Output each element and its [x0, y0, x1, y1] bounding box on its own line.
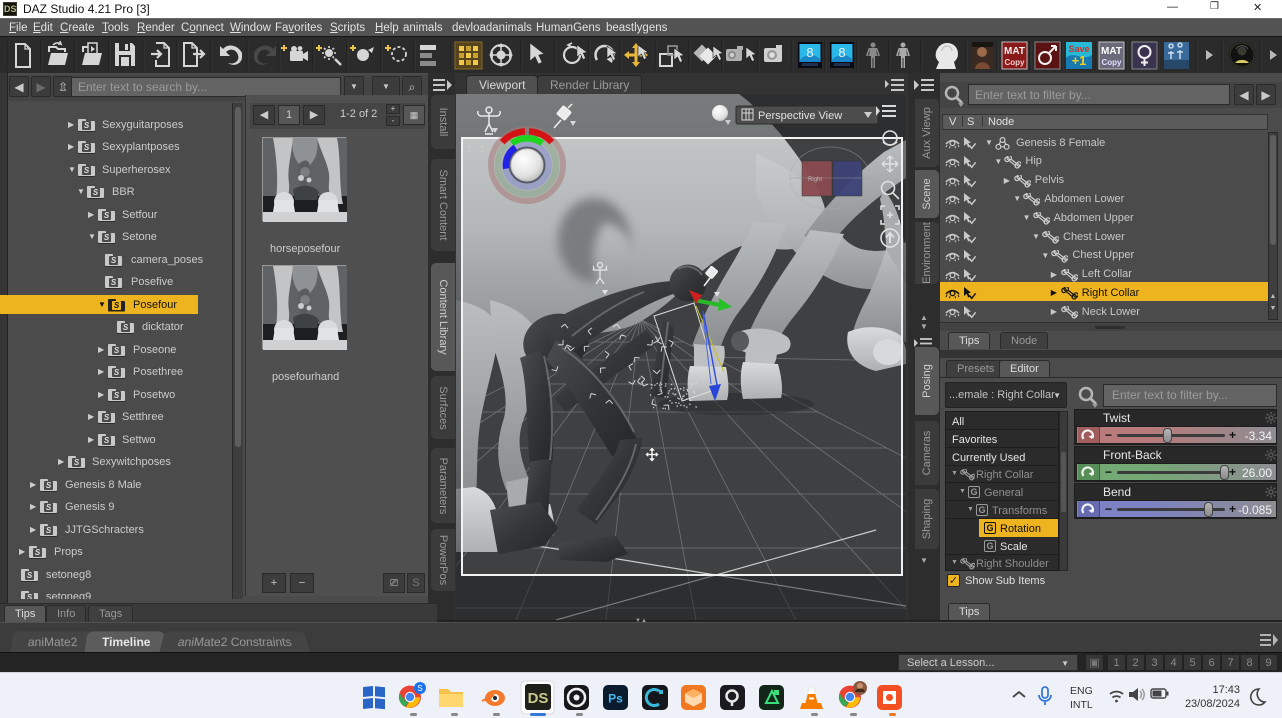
svg-text:MAT: MAT	[1101, 46, 1122, 57]
svg-text:8: 8	[806, 45, 813, 60]
svg-text:Right: Right	[808, 177, 822, 183]
svg-text:INTL: INTL	[1070, 699, 1093, 711]
svg-text:Perspective View: Perspective View	[758, 110, 842, 122]
svg-text:1 : 1: 1 : 1	[467, 144, 485, 154]
svg-text:DS: DS	[528, 690, 549, 707]
svg-text:Copy: Copy	[1005, 58, 1026, 67]
svg-text:17:43: 17:43	[1212, 684, 1240, 696]
svg-text:8: 8	[838, 45, 845, 60]
svg-text:Copy: Copy	[1102, 58, 1123, 67]
svg-text:S: S	[417, 684, 422, 693]
svg-text:+1: +1	[1072, 53, 1087, 68]
svg-text:Ps: Ps	[608, 692, 623, 706]
svg-text:MAT: MAT	[1004, 46, 1025, 57]
svg-text:ENG: ENG	[1070, 685, 1093, 697]
svg-text:23/08/2024: 23/08/2024	[1185, 698, 1240, 710]
